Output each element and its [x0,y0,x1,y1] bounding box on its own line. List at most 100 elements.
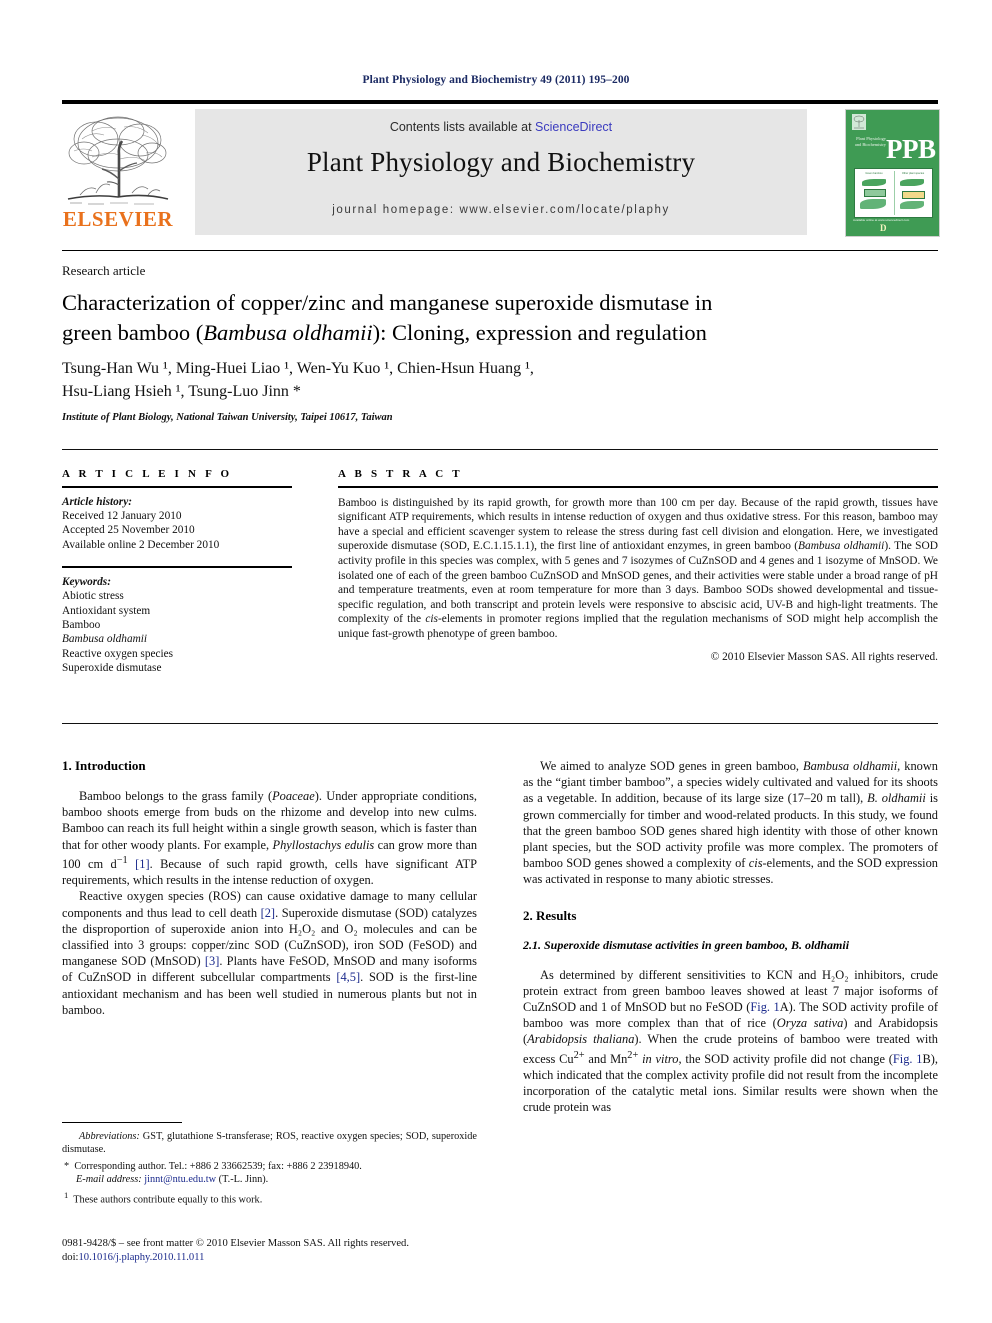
article-history-received: Received 12 January 2010 [62,510,182,522]
body-column-left: 1. Introduction Bamboo belongs to the gr… [62,758,477,1018]
subsection-2-1-species: B. oldhamii [791,937,850,952]
intro-p1-poaceae: Poaceae [272,789,315,803]
figure-ref-1a[interactable]: Fig. 1 [750,1000,779,1014]
title-species: Bambusa oldhamii [203,320,373,345]
cover-artwork-right-caption: Other plant species [901,172,925,175]
subsection-heading-2-1: 2.1. Superoxide dismutase activities in … [523,938,938,953]
figure-ref-1b[interactable]: Fig. 1 [893,1052,923,1066]
affiliation: Institute of Plant Biology, National Tai… [62,412,393,423]
abstract-text: Bamboo is distinguished by its rapid gro… [338,496,938,642]
running-head: Plant Physiology and Biochemistry 49 (20… [362,74,630,86]
elsevier-logo: ELSEVIER [62,109,174,235]
res-arabidopsis: Arabidopsis thaliana [527,1032,635,1047]
journal-article-page: Plant Physiology and Biochemistry 49 (20… [0,0,992,1323]
abbreviations-label: Abbreviations: [79,1131,140,1142]
aim-a: We aimed to analyze SOD genes in green b… [540,759,803,773]
equal-text: These authors contribute equally to this… [73,1194,263,1206]
imprint-front-matter: 0981-9428/$ – see front matter © 2010 El… [62,1238,409,1249]
intro-p1-exponent: −1 [116,854,128,866]
citation-link-1[interactable]: [1] [135,857,149,871]
footnote-equal-contribution: 1 These authors contribute equally to th… [62,1189,477,1207]
article-top-rule [62,250,938,251]
contents-prefix: Contents lists available at [389,120,536,134]
abstract-copyright: © 2010 Elsevier Masson SAS. All rights r… [710,650,938,663]
footnote-corresponding-author: * Corresponding author. Tel.: +886 2 336… [62,1160,477,1173]
article-history: Article history: Received 12 January 201… [62,495,292,553]
contents-line: Contents lists available at ScienceDirec… [195,120,807,134]
title-line-2-b: ): Cloning, expression and regulation [372,320,707,345]
body-column-right: We aimed to analyze SOD genes in green b… [523,758,938,1116]
subsection-2-1-text: 2.1. Superoxide dismutase activities in … [523,937,792,952]
aim-species-short: B. oldhamii [867,791,926,806]
keywords-block: Keywords: Abiotic stress Antioxidant sys… [62,575,292,676]
res-oryza: Oryza sativa [776,1016,844,1031]
elsevier-wordmark: ELSEVIER [62,207,174,231]
journal-masthead: ELSEVIER Contents lists available at Sci… [62,100,940,237]
res-cu-charge: 2+ [573,1049,585,1061]
info-band-bottom-rule [62,723,938,724]
cover-artwork-left-panel: Green bamboo [856,171,892,215]
masthead-top-rule [62,100,938,104]
intro-paragraph-2: Reactive oxygen species (ROS) can cause … [62,888,477,1018]
section-heading-results: 2. Results [523,907,577,923]
citation-link-4[interactable]: [4,5] [336,970,360,984]
imprint: 0981-9428/$ – see front matter © 2010 El… [62,1237,502,1264]
article-info-heading: A R T I C L E I N F O [62,468,233,480]
abstract-rule [338,486,938,488]
intro-p1-phyllostachys: Phyllostachys edulis [272,837,375,852]
cover-artwork: Green bamboo Other plant species [854,168,933,218]
cover-artwork-left-caption: Green bamboo [865,172,883,175]
article-type: Research article [62,263,146,278]
keyword-item: Bambusa oldhamii [62,633,148,646]
section-heading-introduction: 1. Introduction [62,758,146,773]
doi-label: doi: [62,1251,79,1263]
cover-journal-name: Plant Physiology and Biochemistry [854,136,886,147]
journal-homepage-link[interactable]: journal homepage: www.elsevier.com/locat… [195,204,807,216]
article-history-accepted: Accepted 25 November 2010 [62,524,195,537]
citation-link-2[interactable]: [2] [261,906,275,920]
aim-paragraph: We aimed to analyze SOD genes in green b… [523,758,938,888]
footnotes: Abbreviations: GST, glutathione S-transf… [62,1130,477,1206]
res-g: , the SOD activity profile did not chang… [678,1051,893,1066]
sciencedirect-link[interactable]: ScienceDirect [535,120,612,134]
cover-footer-mark: D [880,223,887,233]
journal-cover-thumbnail: Plant Physiology and Biochemistry PPB Gr… [845,109,940,237]
title-line-2-a: green bamboo ( [62,320,204,345]
article-history-label: Article history: [62,495,132,508]
footnote-email: E-mail address: jinnt@ntu.edu.tw (T.-L. … [62,1173,477,1186]
intro-paragraph-1: Bamboo belongs to the grass family (Poac… [62,788,477,888]
aim-species-full: Bambusa oldhamii [803,759,898,773]
keyword-item: Superoxide dismutase [62,662,162,675]
page-title: Characterization of copper/zinc and mang… [62,288,942,348]
keyword-item: Antioxidant system [62,604,151,617]
aim-cis: cis [748,856,763,871]
elsevier-tree-icon [62,109,174,209]
abstract-column: A B S T R A C T Bamboo is distinguished … [338,468,938,663]
article-history-online: Available online 2 December 2010 [62,538,220,551]
email-link[interactable]: jinnt@ntu.edu.tw [144,1174,216,1185]
abstract-heading: A B S T R A C T [338,468,463,480]
journal-title: Plant Physiology and Biochemistry [306,147,696,177]
citation-link-3[interactable]: [3] [205,954,219,968]
email-label: E-mail address: [76,1174,142,1186]
doi-link[interactable]: 10.1016/j.plaphy.2010.11.011 [78,1252,204,1263]
title-line-1: Characterization of copper/zinc and mang… [62,290,713,315]
article-info-column: A R T I C L E I N F O Article history: R… [62,468,292,676]
author-line-2: Hsu-Liang Hsieh ¹, Tsung-Luo Jinn * [62,383,301,400]
keyword-item: Abiotic stress [62,590,124,603]
cover-abbrev: PPB [886,134,936,164]
res-in-vitro: in vitro [642,1051,679,1066]
res-mn-charge: 2+ [627,1049,639,1061]
email-suffix: (T.-L. Jinn). [216,1174,269,1186]
info-band-top-rule [62,449,938,450]
keyword-item: Bamboo [62,619,101,632]
author-list: Tsung-Han Wu ¹, Ming-Huei Liao ¹, Wen-Yu… [62,357,942,403]
contents-panel: Contents lists available at ScienceDirec… [195,109,807,235]
corresponding-text: Corresponding author. Tel.: +886 2 33662… [74,1160,362,1172]
equal-mark: 1 [64,1189,69,1200]
intro-p1-a: Bamboo belongs to the grass family ( [79,789,273,803]
keywords-rule [62,566,292,568]
footnote-abbreviations: Abbreviations: GST, glutathione S-transf… [62,1130,477,1157]
keywords-label: Keywords: [62,575,111,588]
cover-elsevier-icon [852,114,866,130]
